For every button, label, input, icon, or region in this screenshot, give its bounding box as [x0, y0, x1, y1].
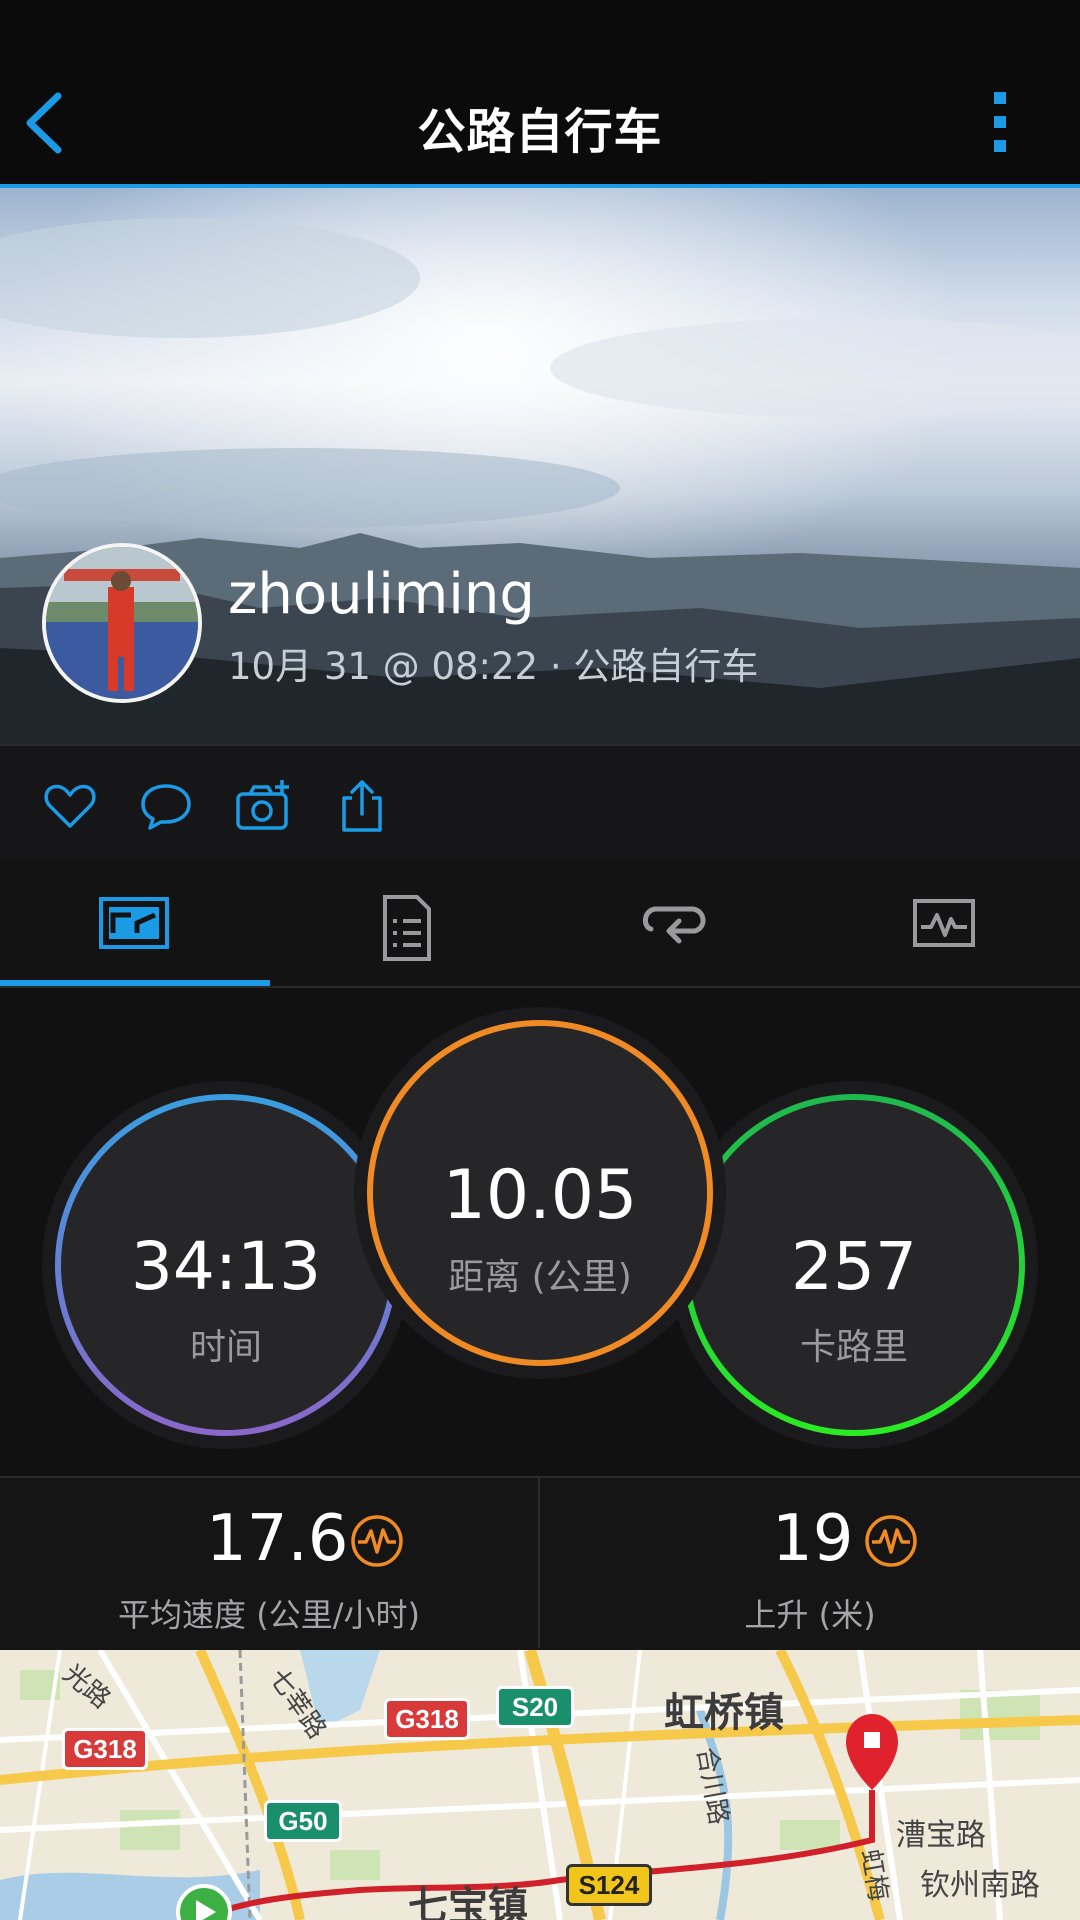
route-map[interactable]: G318 G318 S20 G50 S124 虹桥镇 七宝镇 漕宝路 钦州南路 … — [0, 1650, 1080, 1920]
avatar[interactable] — [42, 543, 202, 703]
activity-tabs — [0, 860, 1080, 988]
comment-button[interactable] — [138, 778, 194, 834]
more-options-button[interactable] — [986, 88, 1016, 158]
tab-laps[interactable] — [540, 860, 810, 986]
avg-speed-value: 17.6 — [206, 1502, 349, 1576]
ascent-chart-icon[interactable] — [864, 1514, 918, 1568]
page-title: 公路自行车 — [417, 104, 663, 160]
distance-label: 距离 (公里) — [448, 1257, 632, 1298]
road-shield: G318 — [384, 1698, 470, 1740]
distance-value: 10.05 — [442, 1156, 638, 1235]
add-photo-icon — [236, 780, 289, 830]
overview-icon — [99, 897, 169, 949]
map-label: 钦州南路 — [920, 1868, 1040, 1903]
comment-icon — [141, 784, 191, 830]
time-value: 34:13 — [130, 1228, 322, 1305]
tab-overview[interactable] — [0, 860, 270, 986]
map-label: 虹桥镇 — [664, 1690, 784, 1736]
road-shield: S124 — [566, 1864, 652, 1906]
like-button[interactable] — [42, 778, 98, 834]
map-label: 漕宝路 — [896, 1818, 986, 1853]
road-shield: S20 — [496, 1686, 574, 1728]
speed-chart-icon[interactable] — [350, 1514, 404, 1568]
add-photo-button[interactable] — [234, 778, 290, 834]
calories-value: 257 — [791, 1228, 917, 1305]
avg-speed-label: 平均速度 (公里/小时) — [118, 1596, 420, 1634]
username[interactable]: zhouliming — [228, 562, 535, 627]
tab-details[interactable] — [270, 860, 540, 986]
avatar-image — [46, 547, 198, 699]
ascent-value: 19 — [772, 1502, 854, 1576]
road-shield: G50 — [264, 1800, 342, 1842]
more-vertical-icon — [994, 92, 1006, 152]
social-actions-bar — [0, 744, 1080, 862]
details-icon — [383, 895, 431, 961]
graph-icon — [913, 899, 975, 947]
time-label: 时间 — [189, 1327, 262, 1368]
share-icon — [342, 780, 382, 832]
heart-icon — [44, 784, 96, 828]
tab-graphs[interactable] — [810, 860, 1080, 986]
tab-active-indicator — [0, 980, 270, 986]
calories-label: 卡路里 — [799, 1327, 908, 1368]
share-button[interactable] — [334, 778, 390, 834]
activity-date-type: 10月 31 @ 08:22 · 公路自行车 — [228, 645, 759, 688]
road-shield: G318 — [62, 1728, 148, 1770]
laps-icon — [643, 906, 706, 944]
map-label: 七宝镇 — [408, 1884, 528, 1920]
ascent-label: 上升 (米) — [744, 1596, 876, 1634]
